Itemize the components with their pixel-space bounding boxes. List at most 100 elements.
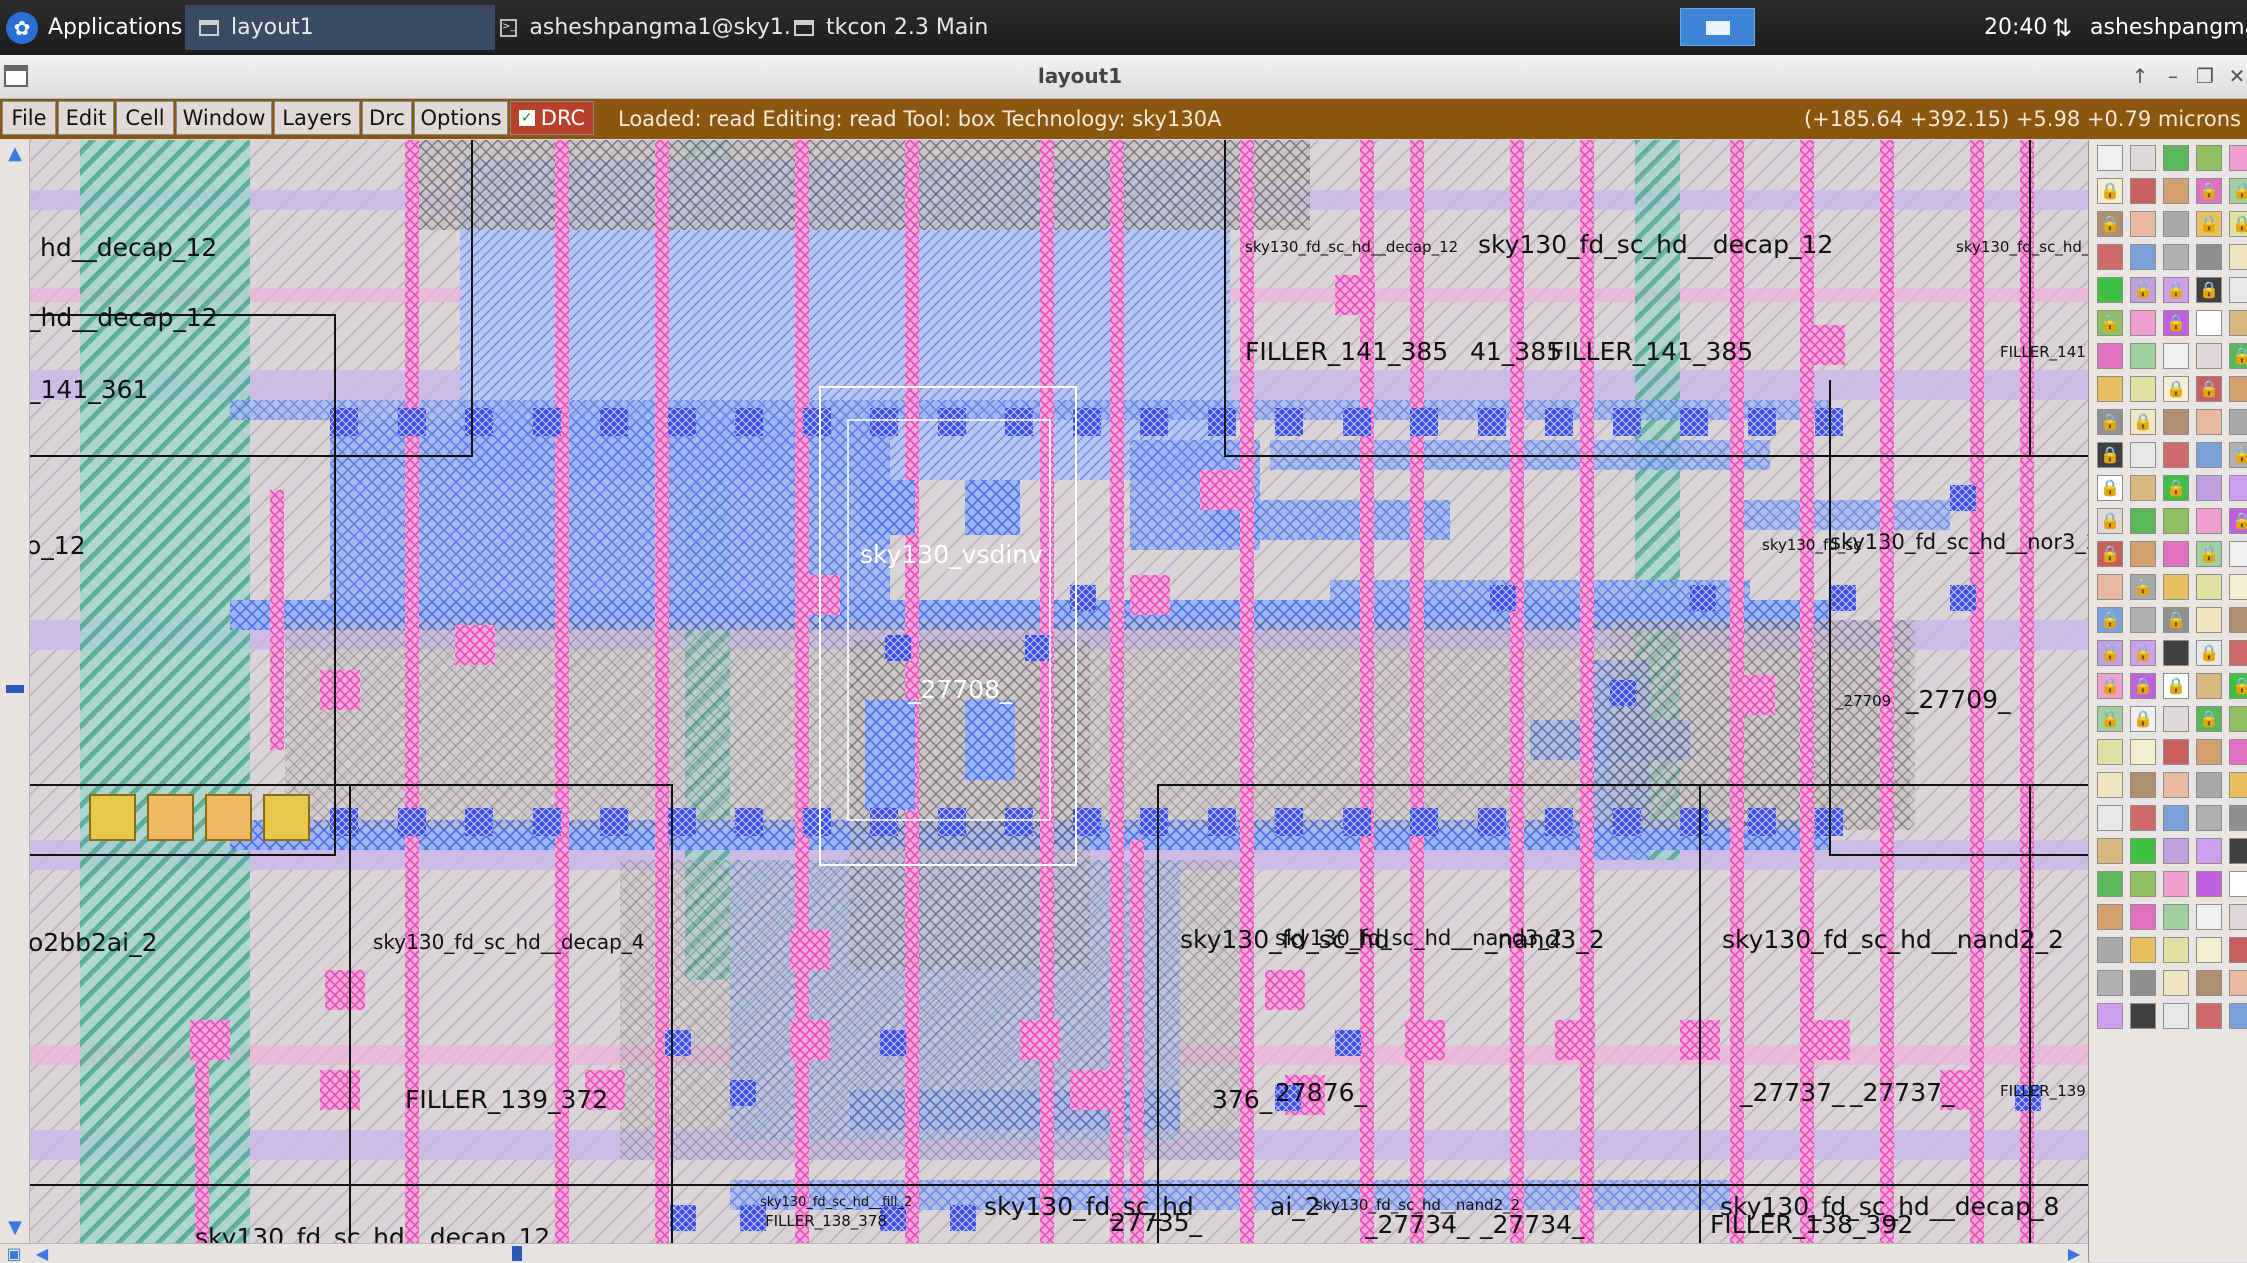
- layer-swatch[interactable]: [2229, 376, 2247, 402]
- layer-swatch[interactable]: [2163, 805, 2189, 831]
- layer-swatch[interactable]: [2196, 442, 2222, 468]
- scroll-left-icon[interactable]: ◀: [32, 1244, 52, 1263]
- task-layout1[interactable]: layout1: [185, 5, 495, 50]
- layer-swatch[interactable]: [2229, 145, 2247, 171]
- task-tkcon[interactable]: tkcon 2.3 Main: [780, 5, 1054, 50]
- lock-icon[interactable]: 🔒: [2130, 409, 2156, 435]
- lock-icon[interactable]: 🔒: [2097, 178, 2123, 204]
- layer-swatch[interactable]: [2229, 1003, 2247, 1029]
- task-terminal[interactable]: >_ asheshpangma1@sky1...: [486, 5, 790, 50]
- layer-swatch[interactable]: [2130, 178, 2156, 204]
- layer-swatch[interactable]: [2229, 541, 2247, 567]
- lock-icon[interactable]: 🔒: [2097, 541, 2123, 567]
- layer-swatch[interactable]: [2196, 409, 2222, 435]
- layer-swatch[interactable]: [2097, 970, 2123, 996]
- lock-icon[interactable]: 🔒: [2130, 673, 2156, 699]
- layer-swatch[interactable]: [2196, 310, 2222, 336]
- layer-swatch[interactable]: [2130, 739, 2156, 765]
- layer-swatch[interactable]: [2163, 706, 2189, 732]
- shade-icon[interactable]: ↑: [2125, 61, 2155, 91]
- lock-icon[interactable]: 🔒: [2196, 178, 2222, 204]
- lock-icon[interactable]: 🔒: [2196, 541, 2222, 567]
- lock-icon[interactable]: 🔒: [2130, 706, 2156, 732]
- lock-icon[interactable]: 🔒: [2229, 673, 2247, 699]
- menu-cell[interactable]: Cell: [116, 101, 174, 135]
- layer-swatch[interactable]: [2163, 244, 2189, 270]
- lock-icon[interactable]: 🔒: [2163, 277, 2189, 303]
- lock-icon[interactable]: 🔒: [2097, 706, 2123, 732]
- lock-icon[interactable]: 🔒: [2196, 376, 2222, 402]
- layer-swatch[interactable]: [2163, 409, 2189, 435]
- layer-swatch[interactable]: [2130, 508, 2156, 534]
- layer-swatch[interactable]: [2130, 343, 2156, 369]
- window-titlebar[interactable]: layout1 ↑ – ❐ ✕: [0, 55, 2247, 99]
- layer-swatch[interactable]: [2229, 277, 2247, 303]
- layer-swatch[interactable]: [2229, 904, 2247, 930]
- lock-icon[interactable]: 🔒: [2097, 442, 2123, 468]
- menu-edit[interactable]: Edit: [58, 101, 114, 135]
- layer-swatch[interactable]: [2097, 376, 2123, 402]
- zoom-box-icon[interactable]: ▣: [4, 1244, 24, 1263]
- lock-icon[interactable]: 🔒: [2097, 640, 2123, 666]
- lock-icon[interactable]: 🔒: [2130, 277, 2156, 303]
- layer-swatch[interactable]: [2163, 343, 2189, 369]
- layer-swatch[interactable]: [2196, 739, 2222, 765]
- layer-swatch[interactable]: [2229, 244, 2247, 270]
- layer-swatch[interactable]: [2097, 145, 2123, 171]
- layer-swatch[interactable]: [2163, 508, 2189, 534]
- layer-swatch[interactable]: [2097, 1003, 2123, 1029]
- layer-swatch[interactable]: [2130, 376, 2156, 402]
- layer-swatch[interactable]: [2097, 574, 2123, 600]
- layout-canvas[interactable]: hd__decap_12 _hd__decap_12 _141_361 o_12…: [30, 140, 2088, 1243]
- layer-swatch[interactable]: [2163, 640, 2189, 666]
- layer-swatch[interactable]: [2229, 838, 2247, 864]
- layer-swatch[interactable]: [2163, 442, 2189, 468]
- lock-icon[interactable]: 🔒: [2229, 211, 2247, 237]
- layer-swatch[interactable]: [2163, 541, 2189, 567]
- layer-swatch[interactable]: [2196, 937, 2222, 963]
- layer-swatch[interactable]: [2196, 508, 2222, 534]
- layer-swatch[interactable]: [2130, 937, 2156, 963]
- menu-file[interactable]: File: [2, 101, 56, 135]
- layer-swatch[interactable]: [2229, 475, 2247, 501]
- minimize-icon[interactable]: –: [2158, 61, 2188, 91]
- lock-icon[interactable]: 🔒: [2097, 310, 2123, 336]
- layer-swatch[interactable]: [2196, 607, 2222, 633]
- layer-swatch[interactable]: [2130, 310, 2156, 336]
- layer-swatch[interactable]: [2196, 145, 2222, 171]
- user-menu[interactable]: asheshpangma1: [2090, 5, 2247, 50]
- lock-icon[interactable]: 🔒: [2163, 607, 2189, 633]
- drc-toggle[interactable]: ✓ DRC: [510, 101, 594, 135]
- lock-icon[interactable]: 🔒: [2163, 475, 2189, 501]
- menu-drc[interactable]: Drc: [362, 101, 412, 135]
- layer-swatch[interactable]: [2130, 970, 2156, 996]
- layer-swatch[interactable]: [2097, 277, 2123, 303]
- layer-swatch[interactable]: [2163, 904, 2189, 930]
- lock-icon[interactable]: 🔒: [2097, 673, 2123, 699]
- layer-swatch[interactable]: [2130, 1003, 2156, 1029]
- layer-swatch[interactable]: [2229, 937, 2247, 963]
- maximize-icon[interactable]: ❐: [2190, 61, 2220, 91]
- vertical-scroll-thumb[interactable]: [6, 685, 24, 693]
- lock-icon[interactable]: 🔒: [2229, 442, 2247, 468]
- lock-icon[interactable]: 🔒: [2229, 178, 2247, 204]
- layer-swatch[interactable]: [2196, 772, 2222, 798]
- layer-swatch[interactable]: [2196, 244, 2222, 270]
- layer-swatch[interactable]: [2130, 442, 2156, 468]
- layer-swatch[interactable]: [2163, 178, 2189, 204]
- layer-swatch[interactable]: [2196, 871, 2222, 897]
- layer-swatch[interactable]: [2163, 739, 2189, 765]
- layer-swatch[interactable]: [2097, 904, 2123, 930]
- layer-swatch[interactable]: [2130, 211, 2156, 237]
- layer-swatch[interactable]: [2130, 904, 2156, 930]
- lock-icon[interactable]: 🔒: [2097, 607, 2123, 633]
- layer-swatch[interactable]: [2097, 772, 2123, 798]
- vertical-scrollbar[interactable]: ▲ ▼: [0, 140, 30, 1243]
- lock-icon[interactable]: 🔒: [2229, 508, 2247, 534]
- layer-swatch[interactable]: [2163, 772, 2189, 798]
- layer-swatch[interactable]: [2229, 706, 2247, 732]
- layer-swatch[interactable]: [2130, 838, 2156, 864]
- close-icon[interactable]: ✕: [2222, 61, 2247, 91]
- layer-swatch[interactable]: [2163, 970, 2189, 996]
- layer-swatch[interactable]: [2097, 838, 2123, 864]
